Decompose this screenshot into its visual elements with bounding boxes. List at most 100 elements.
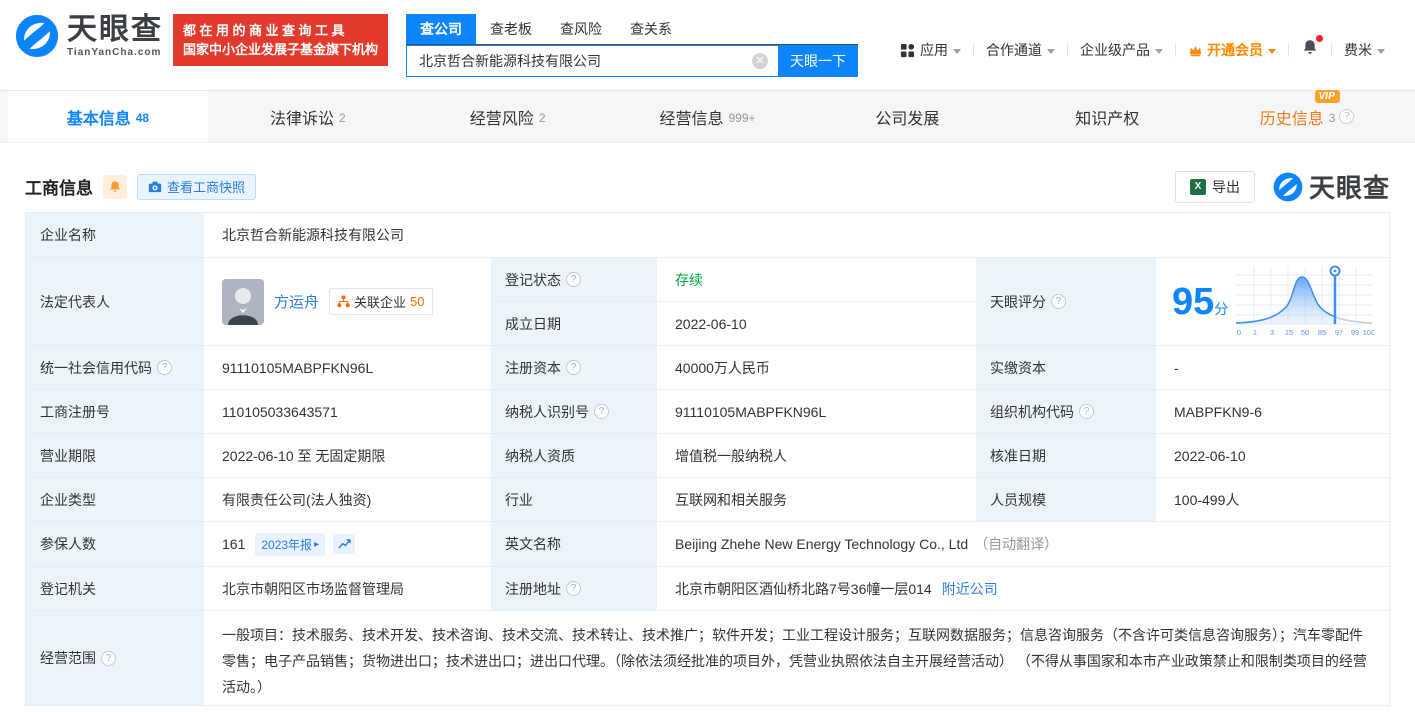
tab-company-development[interactable]: 公司发展 bbox=[807, 91, 1007, 142]
related-companies-badge[interactable]: 关联企业 50 bbox=[329, 288, 433, 315]
field-label-business-term: 营业期限 bbox=[26, 434, 206, 478]
field-value-paid-capital: - bbox=[1158, 346, 1389, 390]
field-value-credit-code: 91110105MABPFKN96L bbox=[206, 346, 491, 390]
business-snapshot-button[interactable]: 查看工商快照 bbox=[137, 173, 257, 200]
tab-count: 48 bbox=[135, 110, 150, 125]
field-value-english-name: Beijing Zhehe New Energy Technology Co.,… bbox=[659, 522, 1389, 567]
annual-report-badge[interactable]: 2023年报 ▸ bbox=[255, 532, 326, 556]
field-value-business-term: 2022-06-10 至 无固定期限 bbox=[206, 434, 491, 478]
tab-count: 3 bbox=[1328, 110, 1336, 125]
section-title: 工商信息 bbox=[25, 179, 93, 198]
help-icon[interactable]: ? bbox=[594, 404, 609, 419]
field-value-insured-count: 161 2023年报 ▸ bbox=[206, 522, 491, 567]
nav-apps[interactable]: 应用 bbox=[888, 40, 973, 60]
subscribe-bell-button[interactable] bbox=[103, 174, 127, 199]
search-tabs: 查公司 查老板 查风险 查关系 bbox=[406, 14, 859, 45]
search-tab-company[interactable]: 查公司 bbox=[406, 14, 477, 44]
help-icon[interactable]: ? bbox=[1051, 294, 1066, 309]
svg-text:3: 3 bbox=[1270, 328, 1274, 337]
top-header: 天眼查 TianYanCha.com 都在用的商业查询工具 国家中小企业发展子基… bbox=[0, 0, 1415, 90]
field-label-reg-status: 登记状态? bbox=[491, 258, 659, 302]
field-label-reg-authority: 登记机关 bbox=[26, 567, 206, 611]
help-icon[interactable]: ? bbox=[566, 360, 581, 375]
svg-text:85: 85 bbox=[1318, 328, 1326, 337]
trend-chart-button[interactable] bbox=[333, 534, 356, 554]
arrow-right-icon: ▸ bbox=[314, 538, 320, 550]
field-label-tianyan-score: 天眼评分? bbox=[976, 258, 1158, 346]
search-tab-boss[interactable]: 查老板 bbox=[476, 14, 546, 44]
nav-open-vip[interactable]: 开通会员 bbox=[1176, 40, 1288, 60]
field-label-company-name: 企业名称 bbox=[26, 213, 206, 258]
nav-vip-label: 开通会员 bbox=[1207, 42, 1263, 58]
help-icon[interactable]: ? bbox=[157, 360, 172, 375]
tab-label: 历史信息 bbox=[1259, 110, 1324, 128]
tab-intellectual-property[interactable]: 知识产权 bbox=[1007, 91, 1207, 142]
tab-label: 法律诉讼 bbox=[269, 110, 334, 128]
legal-rep-name-link[interactable]: 方运舟 bbox=[274, 291, 319, 312]
field-value-taxpayer-id: 91110105MABPFKN96L bbox=[659, 390, 976, 434]
svg-text:99: 99 bbox=[1351, 328, 1359, 337]
svg-text:15: 15 bbox=[1285, 328, 1293, 337]
field-label-staff-size: 人员规模 bbox=[976, 478, 1158, 522]
person-photo bbox=[222, 278, 264, 325]
svg-text:50: 50 bbox=[1301, 328, 1309, 337]
export-button[interactable]: X 导出 bbox=[1174, 170, 1255, 203]
nav-enterprise[interactable]: 企业级产品 bbox=[1068, 40, 1175, 60]
field-value-reg-capital: 40000万人民币 bbox=[659, 346, 976, 390]
search-submit-button[interactable]: 天眼一下 bbox=[778, 45, 859, 77]
score-distribution-chart: 0 1 3 15 50 85 97 99 100 bbox=[1236, 265, 1374, 337]
field-label-insured-count: 参保人数 bbox=[26, 522, 206, 567]
user-nav: 应用 合作通道 企业级产品 开通会员 费米 bbox=[888, 35, 1397, 62]
tab-count: 2 bbox=[538, 110, 546, 125]
field-label-company-type: 企业类型 bbox=[26, 478, 206, 522]
field-label-reg-capital: 注册资本? bbox=[491, 346, 659, 390]
help-icon[interactable]: ? bbox=[1339, 109, 1355, 124]
help-icon[interactable]: ? bbox=[1079, 404, 1094, 419]
field-label-english-name: 英文名称 bbox=[491, 522, 659, 567]
brand-domain: TianYanCha.com bbox=[67, 46, 162, 58]
nav-partner[interactable]: 合作通道 bbox=[974, 40, 1067, 60]
clear-search-icon[interactable]: ✕ bbox=[752, 53, 769, 69]
field-value-taxpayer-quality: 增值税一般纳税人 bbox=[659, 434, 976, 478]
field-label-org-code: 组织机构代码? bbox=[976, 390, 1158, 434]
org-chart-icon bbox=[337, 295, 350, 308]
brand-name: 天眼查 bbox=[67, 12, 163, 46]
help-icon[interactable]: ? bbox=[566, 272, 581, 287]
notification-bell-button[interactable] bbox=[1289, 35, 1331, 62]
nav-username[interactable]: 费米 bbox=[1332, 40, 1397, 60]
search-tab-relation[interactable]: 查关系 bbox=[616, 14, 686, 44]
field-value-approval-date: 2022-06-10 bbox=[1158, 434, 1389, 478]
tab-count: 2 bbox=[338, 110, 346, 125]
field-value-reg-status: 存续 bbox=[659, 258, 976, 302]
tab-count: 999+ bbox=[728, 110, 756, 125]
promo-line2: 国家中小企业发展子基金旗下机构 bbox=[183, 42, 379, 57]
tianyan-score-cell[interactable]: 95分 0 1 3 15 50 85 97 99 100 bbox=[1158, 258, 1389, 346]
svg-text:1: 1 bbox=[1253, 328, 1257, 337]
score-axis-labels: 0 1 3 15 50 85 97 99 100 bbox=[1237, 328, 1374, 337]
field-label-credit-code: 统一社会信用代码? bbox=[26, 346, 206, 390]
nearby-companies-link[interactable]: 附近公司 bbox=[942, 579, 998, 599]
nav-apps-label: 应用 bbox=[920, 42, 948, 58]
field-label-business-scope: 经营范围? bbox=[26, 611, 206, 705]
field-value-establish-date: 2022-06-10 bbox=[659, 302, 976, 346]
field-value-legal-rep: 方运舟 关联企业 50 bbox=[206, 258, 491, 346]
notification-dot bbox=[1316, 35, 1323, 42]
field-label-reg-address: 注册地址? bbox=[491, 567, 659, 611]
tab-operation-info[interactable]: 经营信息 999+ bbox=[608, 91, 808, 142]
field-label-paid-capital: 实缴资本 bbox=[976, 346, 1158, 390]
search-tab-risk[interactable]: 查风险 bbox=[546, 14, 616, 44]
promo-banner: 都在用的商业查询工具 国家中小企业发展子基金旗下机构 bbox=[173, 14, 389, 66]
tab-operation-risk[interactable]: 经营风险 2 bbox=[408, 91, 608, 142]
tab-basic-info[interactable]: 基本信息 48 bbox=[8, 91, 208, 142]
search-input[interactable] bbox=[406, 45, 779, 77]
tianyancha-logo[interactable]: 天眼查 TianYanCha.com bbox=[15, 14, 163, 58]
field-value-org-code: MABPFKN9-6 bbox=[1158, 390, 1389, 434]
field-label-establish-date: 成立日期 bbox=[491, 302, 659, 346]
tab-history-info[interactable]: 历史信息 VIP 3 ? bbox=[1207, 89, 1407, 142]
legal-rep-avatar[interactable] bbox=[222, 278, 264, 325]
company-nav-tabs: 基本信息 48 法律诉讼 2 经营风险 2 经营信息 999+ 公司发展 知识产… bbox=[0, 89, 1415, 143]
help-icon[interactable]: ? bbox=[101, 650, 116, 666]
help-icon[interactable]: ? bbox=[566, 581, 581, 596]
tab-legal-proceedings[interactable]: 法律诉讼 2 bbox=[208, 91, 408, 142]
field-value-reg-authority: 北京市朝阳区市场监督管理局 bbox=[206, 567, 491, 611]
